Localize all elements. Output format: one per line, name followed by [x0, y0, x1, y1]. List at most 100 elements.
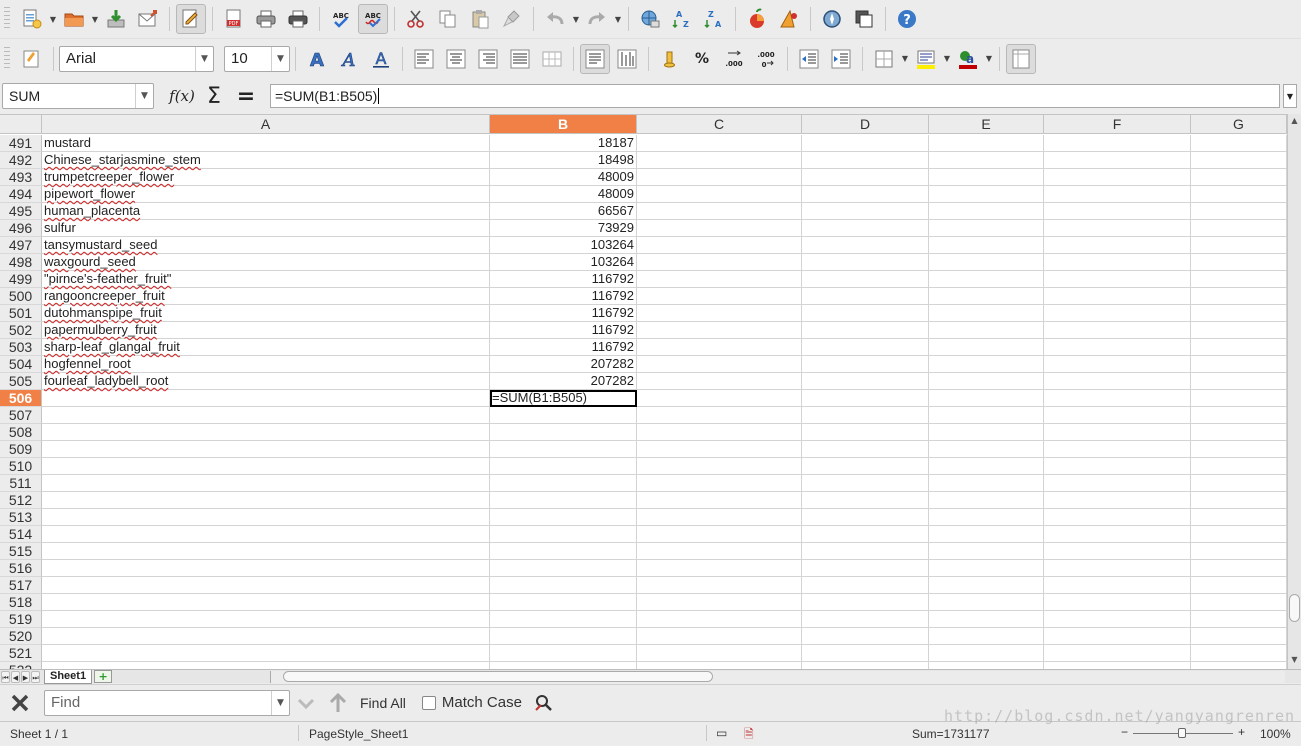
cell-b[interactable]: 66567	[490, 203, 637, 220]
cell-a[interactable]: rangooncreeper_fruit	[42, 288, 490, 305]
cell-a[interactable]: Chinese_starjasmine_stem	[42, 152, 490, 169]
cell-b[interactable]: 73929	[490, 220, 637, 237]
cell-c[interactable]	[637, 203, 802, 220]
help-button[interactable]: ?	[892, 4, 922, 34]
cell-g[interactable]	[1191, 220, 1287, 237]
cell-e[interactable]	[929, 203, 1044, 220]
scroll-up-icon[interactable]: ▲	[1288, 116, 1301, 128]
selection-mode-icon[interactable]: ▭	[716, 726, 727, 740]
cell-b[interactable]	[490, 611, 637, 628]
cell-c[interactable]	[637, 560, 802, 577]
cell-c[interactable]	[637, 373, 802, 390]
cell-f[interactable]	[1044, 458, 1191, 475]
cell-g[interactable]	[1191, 203, 1287, 220]
cell-e[interactable]	[929, 254, 1044, 271]
cell-f[interactable]	[1044, 186, 1191, 203]
sheet-tab-sheet1[interactable]: Sheet1	[44, 669, 93, 684]
close-find-button[interactable]	[5, 688, 35, 718]
cell-e[interactable]	[929, 611, 1044, 628]
cell-d[interactable]	[802, 645, 929, 662]
cell-f[interactable]	[1044, 492, 1191, 509]
decrease-indent-button[interactable]	[794, 44, 824, 74]
cell-b[interactable]	[490, 475, 637, 492]
cell-f[interactable]	[1044, 424, 1191, 441]
cell-e[interactable]	[929, 305, 1044, 322]
cell-f[interactable]	[1044, 203, 1191, 220]
row-header[interactable]: 513	[0, 509, 42, 526]
cell-f[interactable]	[1044, 407, 1191, 424]
spreadsheet-grid[interactable]: ABCDEFG 491 mustard 18187 492 Chinese_starja…	[0, 114, 1301, 669]
cell-a[interactable]	[42, 390, 490, 407]
cell-d[interactable]	[802, 611, 929, 628]
percent-format-button[interactable]: %	[687, 44, 717, 74]
column-header-d[interactable]: D	[802, 115, 929, 134]
cell-b[interactable]	[490, 543, 637, 560]
cell-g[interactable]	[1191, 305, 1287, 322]
cell-f[interactable]	[1044, 220, 1191, 237]
cell-d[interactable]	[802, 305, 929, 322]
cell-a[interactable]: trumpetcreeper_flower	[42, 169, 490, 186]
scroll-down-icon[interactable]: ▼	[1288, 655, 1301, 667]
cell-a[interactable]	[42, 645, 490, 662]
cell-a[interactable]: sharp-leaf_glangal_fruit	[42, 339, 490, 356]
match-case-checkbox[interactable]	[421, 695, 436, 710]
cell-d[interactable]	[802, 288, 929, 305]
cell-g[interactable]	[1191, 662, 1287, 669]
column-header-e[interactable]: E	[929, 115, 1044, 134]
cell-e[interactable]	[929, 135, 1044, 152]
cell-b[interactable]	[490, 628, 637, 645]
cell-b[interactable]	[490, 407, 637, 424]
cell-b[interactable]	[490, 662, 637, 669]
zoom-in-icon[interactable]: +	[1238, 725, 1245, 739]
cell-a[interactable]	[42, 526, 490, 543]
cell-f[interactable]	[1044, 543, 1191, 560]
wrap-text-button[interactable]	[580, 43, 610, 74]
cell-f[interactable]	[1044, 152, 1191, 169]
cell-e[interactable]	[929, 407, 1044, 424]
vertical-scroll-thumb[interactable]	[1289, 594, 1300, 622]
cell-e[interactable]	[929, 492, 1044, 509]
cell-b[interactable]	[490, 577, 637, 594]
vertical-scrollbar[interactable]: ▲ ▼	[1287, 114, 1301, 669]
cell-a[interactable]	[42, 543, 490, 560]
cell-b[interactable]	[490, 594, 637, 611]
cell-f[interactable]	[1044, 135, 1191, 152]
cell-g[interactable]	[1191, 169, 1287, 186]
cell-c[interactable]	[637, 543, 802, 560]
cell-b[interactable]	[490, 441, 637, 458]
cell-g[interactable]	[1191, 254, 1287, 271]
font-color-dropdown-arrow[interactable]: ▼	[984, 44, 994, 74]
toolbar-grip[interactable]	[4, 7, 10, 31]
background-color-dropdown-arrow[interactable]: ▼	[942, 44, 952, 74]
cell-c[interactable]	[637, 339, 802, 356]
cell-d[interactable]	[802, 203, 929, 220]
selection-sum[interactable]: Sum=1731177	[912, 727, 990, 741]
find-input[interactable]: Find ▼	[44, 689, 290, 716]
cell-c[interactable]	[637, 254, 802, 271]
cell-c[interactable]	[637, 594, 802, 611]
cell-c[interactable]	[637, 611, 802, 628]
row-header[interactable]: 517	[0, 577, 42, 594]
cell-a[interactable]	[42, 560, 490, 577]
zoom-level[interactable]: 100%	[1260, 727, 1291, 741]
cell-d[interactable]	[802, 271, 929, 288]
column-header-a[interactable]: A	[42, 115, 490, 134]
row-header[interactable]: 518	[0, 594, 42, 611]
zoom-out-icon[interactable]: −	[1121, 725, 1128, 739]
cell-c[interactable]	[637, 356, 802, 373]
align-left-button[interactable]	[409, 44, 439, 74]
row-header[interactable]: 507	[0, 407, 42, 424]
cell-c[interactable]	[637, 407, 802, 424]
cell-f[interactable]	[1044, 628, 1191, 645]
cell-e[interactable]	[929, 509, 1044, 526]
row-header[interactable]: 501	[0, 305, 42, 322]
cell-b[interactable]: 207282	[490, 356, 637, 373]
cell-a[interactable]: waxgourd_seed	[42, 254, 490, 271]
cell-f[interactable]	[1044, 594, 1191, 611]
name-box[interactable]: SUM ▼	[2, 83, 154, 109]
cell-g[interactable]	[1191, 407, 1287, 424]
row-header[interactable]: 509	[0, 441, 42, 458]
print-button[interactable]	[251, 4, 281, 34]
cell-a[interactable]: sulfur	[42, 220, 490, 237]
cell-g[interactable]	[1191, 271, 1287, 288]
